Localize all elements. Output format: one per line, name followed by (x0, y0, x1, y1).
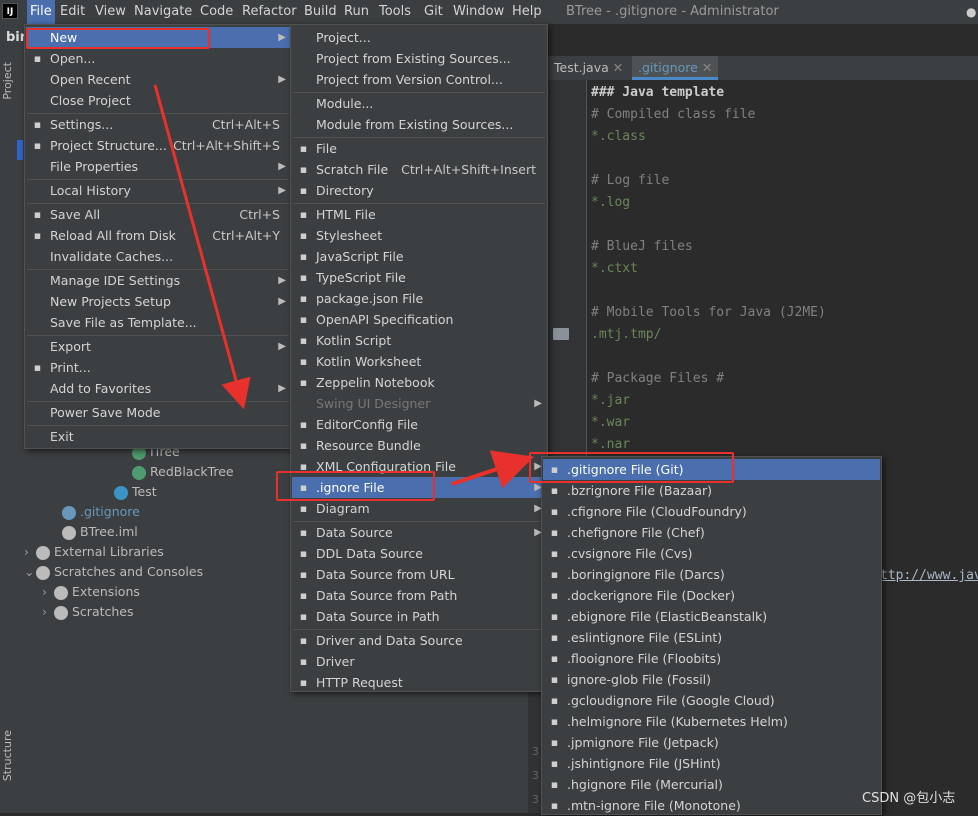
watermark: CSDN @包小志 (862, 791, 956, 806)
annotation-arrows (153, 84, 534, 489)
annotation-arrow-down (153, 84, 251, 410)
annotation-arrow-right (451, 450, 534, 489)
